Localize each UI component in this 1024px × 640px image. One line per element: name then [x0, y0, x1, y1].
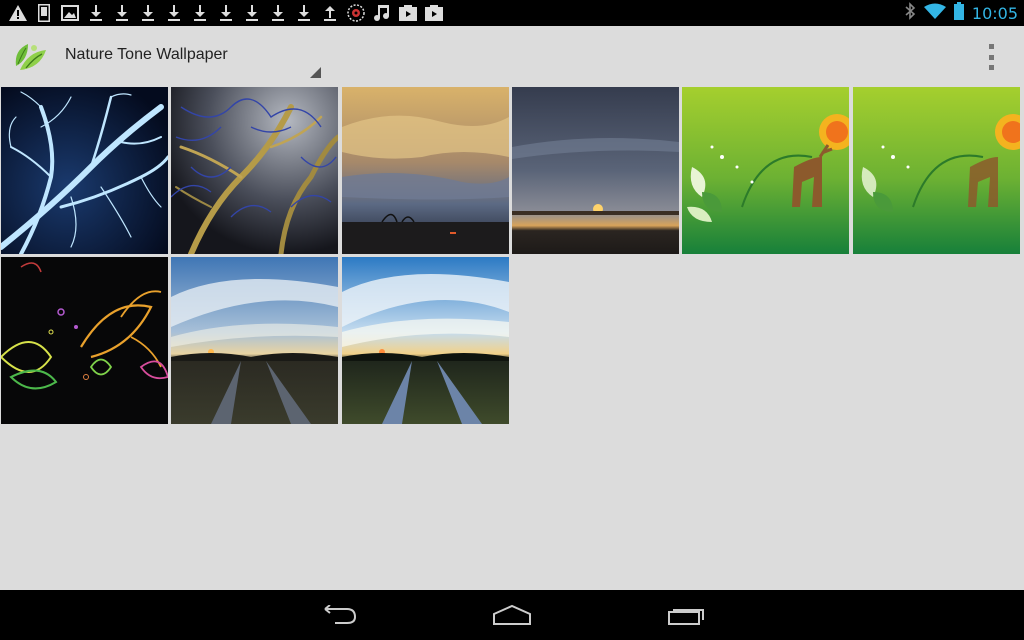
- image-icon: [60, 3, 80, 23]
- music-icon: [372, 3, 392, 23]
- download-icon: [164, 3, 184, 23]
- download-icon: [268, 3, 288, 23]
- action-bar: Nature Tone Wallpaper: [0, 26, 1024, 86]
- download-icon: [86, 3, 106, 23]
- wallpaper-dark-tree[interactable]: [171, 87, 338, 254]
- wallpaper-green-deer[interactable]: [682, 87, 849, 254]
- download-icon: [294, 3, 314, 23]
- overflow-menu-icon[interactable]: [986, 44, 996, 70]
- phone-icon: [34, 3, 54, 23]
- download-icon: [216, 3, 236, 23]
- wallpaper-dirt-road[interactable]: [171, 257, 338, 424]
- download-icon: [242, 3, 262, 23]
- home-icon[interactable]: [487, 600, 537, 630]
- navigation-bar: [0, 590, 1024, 640]
- disc-icon: [346, 3, 366, 23]
- status-bar: 10:05: [0, 0, 1024, 26]
- video-icon: [398, 3, 418, 23]
- wallpaper-dirt-road-hdr[interactable]: [342, 257, 509, 424]
- back-icon[interactable]: [314, 600, 364, 630]
- bluetooth-icon: [904, 1, 916, 25]
- wifi-icon: [923, 3, 946, 24]
- warning-icon: [8, 3, 28, 23]
- wallpaper-horizon-sunset[interactable]: [512, 87, 679, 254]
- download-icon: [112, 3, 132, 23]
- wallpaper-green-deer-2[interactable]: [853, 87, 1020, 254]
- upload-icon: [320, 3, 340, 23]
- download-icon: [138, 3, 158, 23]
- recent-apps-icon[interactable]: [661, 600, 711, 630]
- notification-icons: [8, 3, 444, 23]
- wallpaper-neon-leaves[interactable]: [1, 257, 168, 424]
- battery-icon: [953, 1, 964, 25]
- download-icon: [190, 3, 210, 23]
- leaf-icon[interactable]: [12, 40, 48, 72]
- page-title[interactable]: Nature Tone Wallpaper: [65, 46, 228, 64]
- wallpaper-cloudy-sunset[interactable]: [342, 87, 509, 254]
- wallpaper-blue-tree[interactable]: [1, 87, 168, 254]
- spinner-indicator-icon[interactable]: [310, 67, 321, 78]
- video-icon: [424, 3, 444, 23]
- system-icons: 10:05: [904, 0, 1018, 26]
- status-clock: 10:05: [971, 3, 1018, 23]
